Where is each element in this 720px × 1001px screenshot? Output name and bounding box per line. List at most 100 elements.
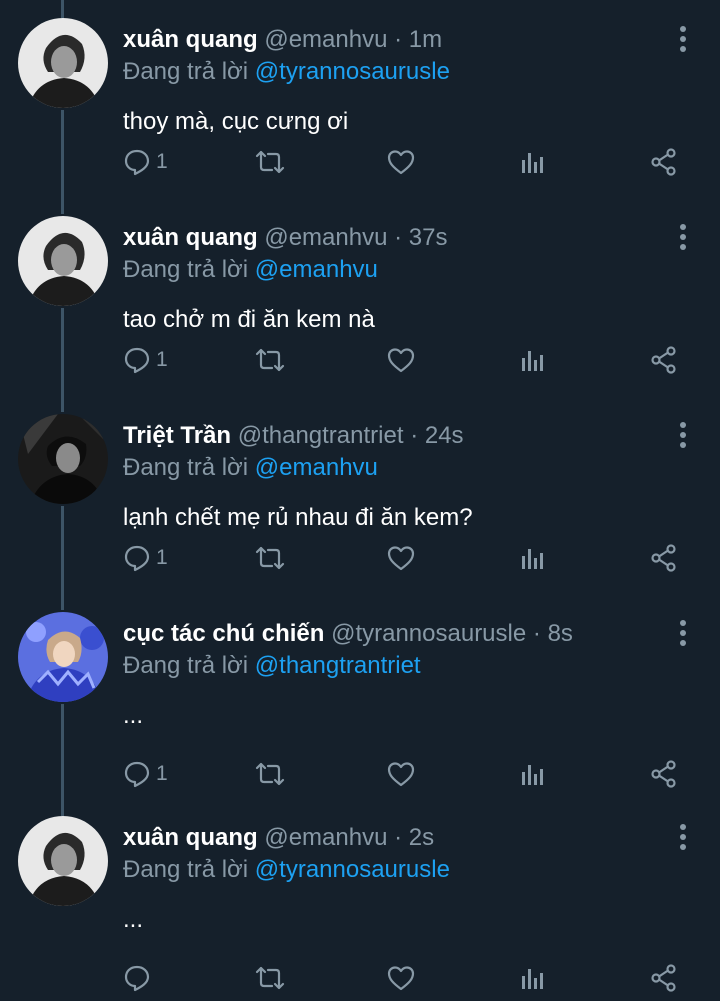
like-button[interactable]	[386, 144, 416, 180]
tweet[interactable]: Triệt Trần @thangtrantriet · 24s Đang tr…	[0, 396, 720, 594]
reply-mention-link[interactable]: @tyrannosaurusle	[255, 58, 450, 85]
analytics-button[interactable]	[518, 144, 546, 180]
reply-button[interactable]: 1	[122, 144, 168, 180]
avatar[interactable]	[18, 18, 108, 108]
more-vertical-icon[interactable]	[670, 420, 696, 450]
like-button[interactable]	[386, 756, 416, 792]
tweet-header: xuân quang @emanhvu · 2s	[123, 822, 434, 854]
tweet-text: lạnh chết mẹ rủ nhau đi ăn kem?	[123, 504, 473, 531]
share-button[interactable]	[649, 756, 679, 792]
timestamp[interactable]: 2s	[409, 824, 434, 851]
reply-label: Đang trả lời	[123, 58, 249, 85]
avatar[interactable]	[18, 216, 108, 306]
user-handle[interactable]: @emanhvu	[264, 824, 387, 851]
avatar[interactable]	[18, 816, 108, 906]
share-button[interactable]	[649, 960, 679, 996]
analytics-icon	[518, 963, 546, 993]
avatar[interactable]	[18, 414, 108, 504]
avatar[interactable]	[18, 612, 108, 702]
timestamp[interactable]: 24s	[425, 422, 464, 449]
separator: ·	[532, 620, 541, 647]
tweet-header: Triệt Trần @thangtrantriet · 24s	[123, 420, 464, 452]
tweet-header: xuân quang @emanhvu · 1m	[123, 24, 442, 56]
reply-context: Đang trả lời @tyrannosaurusle	[123, 56, 450, 88]
retweet-button[interactable]	[254, 144, 286, 180]
heart-icon	[386, 759, 416, 789]
like-button[interactable]	[386, 540, 416, 576]
tweet-text: ...	[123, 906, 144, 933]
heart-icon	[386, 147, 416, 177]
share-button[interactable]	[649, 540, 679, 576]
tweet-text: ...	[123, 702, 144, 729]
separator: ·	[394, 26, 403, 53]
more-vertical-icon[interactable]	[670, 222, 696, 252]
user-handle[interactable]: @tyrannosaurusle	[331, 620, 526, 647]
reply-mention-link[interactable]: @thangtrantriet	[255, 652, 421, 679]
tweet[interactable]: xuân quang @emanhvu · 2s Đang trả lời @t…	[0, 798, 720, 996]
more-vertical-icon[interactable]	[670, 618, 696, 648]
analytics-icon	[518, 543, 546, 573]
user-handle[interactable]: @emanhvu	[264, 224, 387, 251]
reply-context: Đang trả lời @tyrannosaurusle	[123, 854, 450, 886]
reply-button[interactable]: 1	[122, 756, 168, 792]
retweet-button[interactable]	[254, 756, 286, 792]
share-icon	[649, 345, 679, 375]
more-vertical-icon[interactable]	[670, 822, 696, 852]
user-handle[interactable]: @thangtrantriet	[238, 422, 404, 449]
reply-icon	[122, 543, 152, 573]
share-icon	[649, 543, 679, 573]
reply-button[interactable]: 1	[122, 342, 168, 378]
display-name[interactable]: xuân quang	[123, 224, 258, 251]
action-bar: 1	[0, 342, 720, 378]
display-name[interactable]: Triệt Trần	[123, 422, 231, 449]
reply-count: 1	[156, 762, 168, 785]
tweet-text: thoy mà, cục cưng ơi	[123, 108, 349, 135]
heart-icon	[386, 543, 416, 573]
reply-mention-link[interactable]: @tyrannosaurusle	[255, 856, 450, 883]
retweet-icon	[254, 345, 286, 375]
reply-context: Đang trả lời @thangtrantriet	[123, 650, 421, 682]
display-name[interactable]: xuân quang	[123, 824, 258, 851]
retweet-icon	[254, 543, 286, 573]
reply-mention-link[interactable]: @emanhvu	[255, 454, 378, 481]
tweet[interactable]: cục tác chú chiến @tyrannosaurusle · 8s …	[0, 594, 720, 792]
tweet[interactable]: xuân quang @emanhvu · 1m Đang trả lời @t…	[0, 0, 720, 198]
reply-button[interactable]: 1	[122, 540, 168, 576]
separator: ·	[394, 224, 403, 251]
retweet-button[interactable]	[254, 960, 286, 996]
reply-icon	[122, 345, 152, 375]
timestamp[interactable]: 37s	[409, 224, 448, 251]
share-icon	[649, 759, 679, 789]
analytics-button[interactable]	[518, 342, 546, 378]
separator: ·	[410, 422, 419, 449]
retweet-icon	[254, 759, 286, 789]
heart-icon	[386, 963, 416, 993]
user-handle[interactable]: @emanhvu	[264, 26, 387, 53]
reply-label: Đang trả lời	[123, 454, 249, 481]
like-button[interactable]	[386, 960, 416, 996]
analytics-button[interactable]	[518, 756, 546, 792]
display-name[interactable]: xuân quang	[123, 26, 258, 53]
analytics-button[interactable]	[518, 960, 546, 996]
tweet[interactable]: xuân quang @emanhvu · 37s Đang trả lời @…	[0, 198, 720, 396]
reply-label: Đang trả lời	[123, 256, 249, 283]
share-button[interactable]	[649, 342, 679, 378]
reply-button[interactable]	[122, 960, 156, 996]
timestamp[interactable]: 1m	[409, 26, 442, 53]
tweet-header: cục tác chú chiến @tyrannosaurusle · 8s	[123, 618, 573, 650]
share-button[interactable]	[649, 144, 679, 180]
reply-count: 1	[156, 348, 168, 371]
more-vertical-icon[interactable]	[670, 24, 696, 54]
analytics-button[interactable]	[518, 540, 546, 576]
timestamp[interactable]: 8s	[548, 620, 573, 647]
action-bar	[0, 960, 720, 996]
tweet-text: tao chở m đi ăn kem nà	[123, 306, 375, 333]
retweet-button[interactable]	[254, 342, 286, 378]
analytics-icon	[518, 759, 546, 789]
display-name[interactable]: cục tác chú chiến	[123, 620, 324, 647]
retweet-icon	[254, 963, 286, 993]
retweet-button[interactable]	[254, 540, 286, 576]
like-button[interactable]	[386, 342, 416, 378]
reply-context: Đang trả lời @emanhvu	[123, 254, 378, 286]
reply-mention-link[interactable]: @emanhvu	[255, 256, 378, 283]
